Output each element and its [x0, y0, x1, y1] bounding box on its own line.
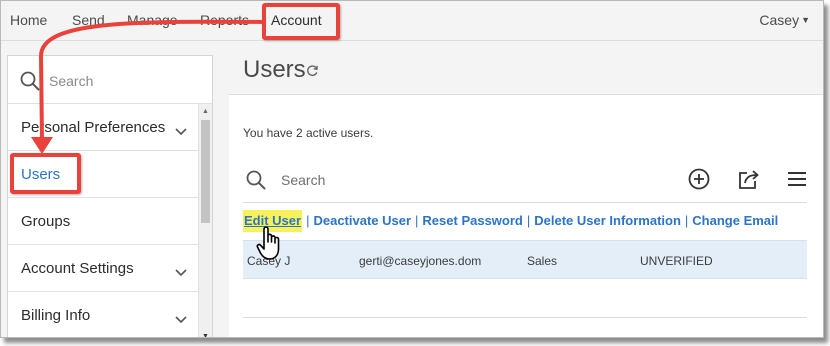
action-separator: |	[684, 213, 689, 228]
change-email-link[interactable]: Change Email	[692, 213, 778, 228]
sidebar-item-label: Account Settings	[21, 260, 134, 277]
user-actions-bar: Edit User | Deactivate User | Reset Password…	[243, 210, 778, 232]
search-icon	[20, 71, 40, 96]
reset-password-link[interactable]: Reset Password	[422, 213, 522, 228]
page-title: Users	[243, 56, 306, 83]
sidebar-item-account-settings[interactable]: Account Settings	[8, 245, 199, 292]
scroll-up-icon[interactable]: ▲	[202, 108, 209, 115]
sidebar-item-label: Personal Preferences	[21, 119, 166, 136]
sidebar: Search Personal Preferences Users Groups…	[7, 55, 213, 337]
hand-pointer-icon	[256, 225, 288, 268]
nav-send[interactable]: Send	[72, 12, 105, 28]
users-highlight-box	[10, 153, 81, 194]
account-highlight-box	[262, 3, 340, 40]
active-users-count: You have 2 active users.	[243, 126, 374, 140]
user-menu[interactable]: Casey ▼	[759, 12, 810, 28]
sidebar-item-groups[interactable]: Groups	[8, 198, 199, 245]
sidebar-item-billing-info[interactable]: Billing Info	[8, 292, 199, 337]
sidebar-scrollbar[interactable]: ▲ ▼	[198, 104, 212, 337]
sidebar-item-label: Groups	[21, 213, 71, 230]
sidebar-item-label: Billing Info	[21, 307, 91, 324]
divider	[243, 317, 807, 318]
user-status-cell: UNVERIFIED	[640, 254, 713, 268]
chevron-down-icon	[175, 264, 187, 281]
users-search-input[interactable]: Search	[281, 172, 325, 188]
divider	[243, 202, 807, 203]
sidebar-list: Personal Preferences Users Groups Accoun…	[8, 104, 199, 337]
share-icon[interactable]	[738, 168, 760, 195]
action-separator: |	[415, 213, 419, 228]
chevron-down-icon	[175, 311, 187, 328]
menu-icon[interactable]	[786, 168, 808, 195]
refresh-icon[interactable]	[306, 64, 319, 82]
search-icon	[246, 170, 266, 195]
sidebar-search-input[interactable]: Search	[49, 73, 93, 89]
delete-user-information-link[interactable]: Delete User Information	[534, 213, 681, 228]
chevron-down-icon	[175, 123, 187, 140]
deactivate-user-link[interactable]: Deactivate User	[313, 213, 411, 228]
action-separator: |	[306, 213, 310, 228]
add-circle-icon[interactable]	[688, 168, 710, 195]
action-separator: |	[526, 213, 531, 228]
scrollbar-thumb[interactable]	[201, 120, 210, 223]
user-email-cell: gerti@caseyjones.dom	[359, 254, 482, 268]
user-menu-label: Casey	[759, 12, 800, 28]
nav-reports[interactable]: Reports	[200, 12, 249, 28]
table-row[interactable]: Casey J gerti@caseyjones.dom Sales UNVER…	[243, 240, 807, 279]
users-panel: You have 2 active users. Search Edit Use…	[229, 94, 823, 337]
nav-home[interactable]: Home	[10, 12, 47, 28]
top-nav: Home Send Manage Reports Account Casey ▼	[1, 1, 823, 41]
app-window: Home Send Manage Reports Account Casey ▼ …	[0, 0, 824, 338]
scroll-down-icon[interactable]: ▼	[202, 333, 209, 337]
chevron-down-icon: ▼	[801, 15, 810, 25]
user-department-cell: Sales	[527, 254, 558, 268]
sidebar-search[interactable]: Search	[8, 56, 212, 104]
nav-manage[interactable]: Manage	[127, 12, 178, 28]
sidebar-item-personal-preferences[interactable]: Personal Preferences	[8, 104, 199, 151]
